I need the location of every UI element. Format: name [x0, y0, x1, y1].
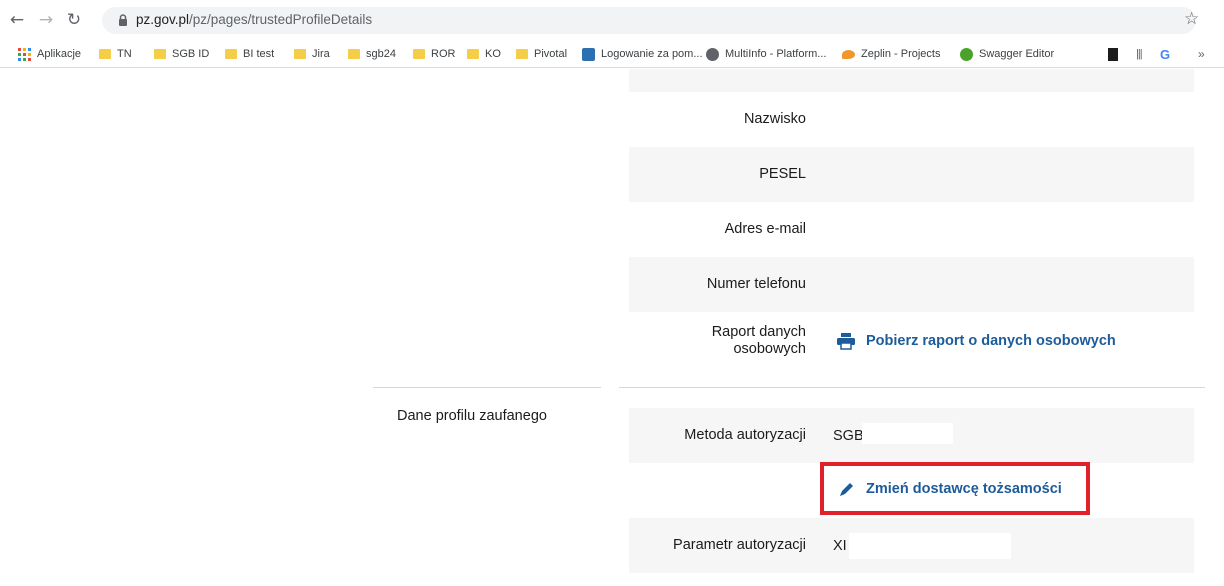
- bookmark-apps[interactable]: Aplikacje: [18, 46, 81, 62]
- url-text[interactable]: pz.gov.pl/pz/pages/trustedProfileDetails: [136, 12, 372, 27]
- row-email: Adres e-mail: [629, 202, 1194, 257]
- bookmark-star-icon[interactable]: ☆: [1184, 9, 1199, 29]
- bookmark-label: Jira: [312, 48, 330, 60]
- bookmark-label: BI test: [243, 48, 275, 60]
- bookmark-label: Swagger Editor: [979, 48, 1055, 60]
- bookmark-label: Pivotal: [534, 48, 568, 60]
- bookmark-sgb24[interactable]: sgb24: [348, 46, 396, 62]
- section-divider-left: [373, 387, 601, 388]
- url-path: /pz/pages/trustedProfileDetails: [189, 12, 373, 27]
- folder-icon: [294, 49, 306, 59]
- bookmark-extra-2[interactable]: |||: [1136, 46, 1143, 62]
- field-label: Raport danych osobowych: [712, 312, 806, 370]
- folder-icon: [225, 49, 237, 59]
- printer-icon: [837, 333, 855, 350]
- bookmark-label: SGB ID: [172, 48, 210, 60]
- reload-icon[interactable]: ↻: [63, 9, 85, 31]
- back-arrow-icon[interactable]: ←: [6, 9, 28, 31]
- bookmark-ko[interactable]: KO: [467, 46, 501, 62]
- apps-grid-icon: [18, 47, 31, 61]
- waveform-icon: |||: [1136, 48, 1143, 60]
- field-label: Nazwisko: [743, 111, 806, 127]
- site-icon: [582, 47, 595, 61]
- bookmark-bi-test[interactable]: BI test: [225, 46, 274, 62]
- auth-method-value: SGB: [833, 427, 864, 444]
- bookmark-pivotal[interactable]: Pivotal: [516, 46, 567, 62]
- row-imie: [629, 69, 1194, 92]
- row-auth-param: Parametr autoryzacji XI: [629, 518, 1194, 573]
- bookmark-label: Logowanie za pom...: [601, 48, 703, 60]
- bookmark-label: KO: [485, 48, 501, 60]
- bookmark-sgb-id[interactable]: SGB ID: [154, 46, 209, 62]
- row-auth-method: Metoda autoryzacji SGB: [629, 408, 1194, 463]
- bookmark-multiinfo[interactable]: MultiInfo - Platform...: [706, 46, 826, 62]
- bookmark-label: TN: [117, 48, 132, 60]
- redaction-box: [862, 423, 953, 444]
- field-label: Metoda autoryzacji: [684, 427, 806, 443]
- trusted-profile-details-page: Nazwisko PESEL Adres e-mail Numer telefo…: [0, 69, 1224, 586]
- globe-icon: [706, 47, 719, 61]
- bookmark-label: Aplikacje: [37, 48, 82, 60]
- document-icon: [1108, 47, 1118, 61]
- highlight-box: [820, 462, 1090, 515]
- address-bar[interactable]: pz.gov.pl/pz/pages/trustedProfileDetails: [102, 7, 1196, 34]
- folder-icon: [516, 49, 528, 59]
- bookmark-tn[interactable]: TN: [99, 46, 132, 62]
- bookmark-label: MultiInfo - Platform...: [725, 48, 827, 60]
- bookmarks-bar: Aplikacje TN SGB ID BI test Jira sgb24 R…: [0, 40, 1224, 68]
- bookmark-jira[interactable]: Jira: [294, 46, 330, 62]
- bookmark-label: Zeplin - Projects: [861, 48, 941, 60]
- redaction-box: [849, 533, 1011, 559]
- row-report: Raport danych osobowych Pobierz raport o…: [629, 312, 1194, 370]
- field-label: Numer telefonu: [706, 276, 806, 292]
- row-phone: Numer telefonu: [629, 257, 1194, 312]
- auth-param-value: XI: [833, 537, 847, 554]
- folder-icon: [99, 49, 111, 59]
- swagger-icon: [960, 47, 973, 61]
- folder-icon: [154, 49, 166, 59]
- google-icon[interactable]: G: [1160, 46, 1170, 62]
- bookmark-logowanie[interactable]: Logowanie za pom...: [582, 46, 703, 62]
- label-line-2: osobowych: [733, 341, 806, 357]
- browser-toolbar: ← → ↻ pz.gov.pl/pz/pages/trustedProfileD…: [0, 0, 1224, 40]
- bookmark-swagger[interactable]: Swagger Editor: [960, 46, 1054, 62]
- field-label: Parametr autoryzacji: [673, 537, 806, 553]
- download-report-label: Pobierz raport o danych osobowych: [866, 333, 1116, 349]
- row-pesel: PESEL: [629, 147, 1194, 202]
- bookmark-label: sgb24: [366, 48, 396, 60]
- folder-icon: [467, 49, 479, 59]
- field-label: Adres e-mail: [724, 221, 806, 237]
- forward-arrow-icon[interactable]: →: [35, 9, 57, 31]
- folder-icon: [413, 49, 425, 59]
- bookmark-ror[interactable]: ROR: [413, 46, 455, 62]
- url-host: pz.gov.pl: [136, 12, 190, 27]
- label-line-1: Raport danych: [711, 324, 806, 340]
- lock-icon: [119, 14, 127, 26]
- download-report-link[interactable]: Pobierz raport o danych osobowych: [836, 332, 1116, 350]
- section-title-profile: Dane profilu zaufanego: [397, 408, 547, 424]
- row-nazwisko: Nazwisko: [629, 92, 1194, 147]
- bookmark-extra-1[interactable]: [1108, 46, 1124, 62]
- bookmark-label: ROR: [431, 48, 456, 60]
- more-bookmarks-icon[interactable]: »: [1198, 46, 1205, 62]
- section-divider-right: [619, 387, 1205, 388]
- field-label: PESEL: [759, 166, 806, 182]
- bookmark-zeplin[interactable]: Zeplin - Projects: [842, 46, 940, 62]
- zeplin-icon: [842, 49, 855, 59]
- folder-icon: [348, 49, 360, 59]
